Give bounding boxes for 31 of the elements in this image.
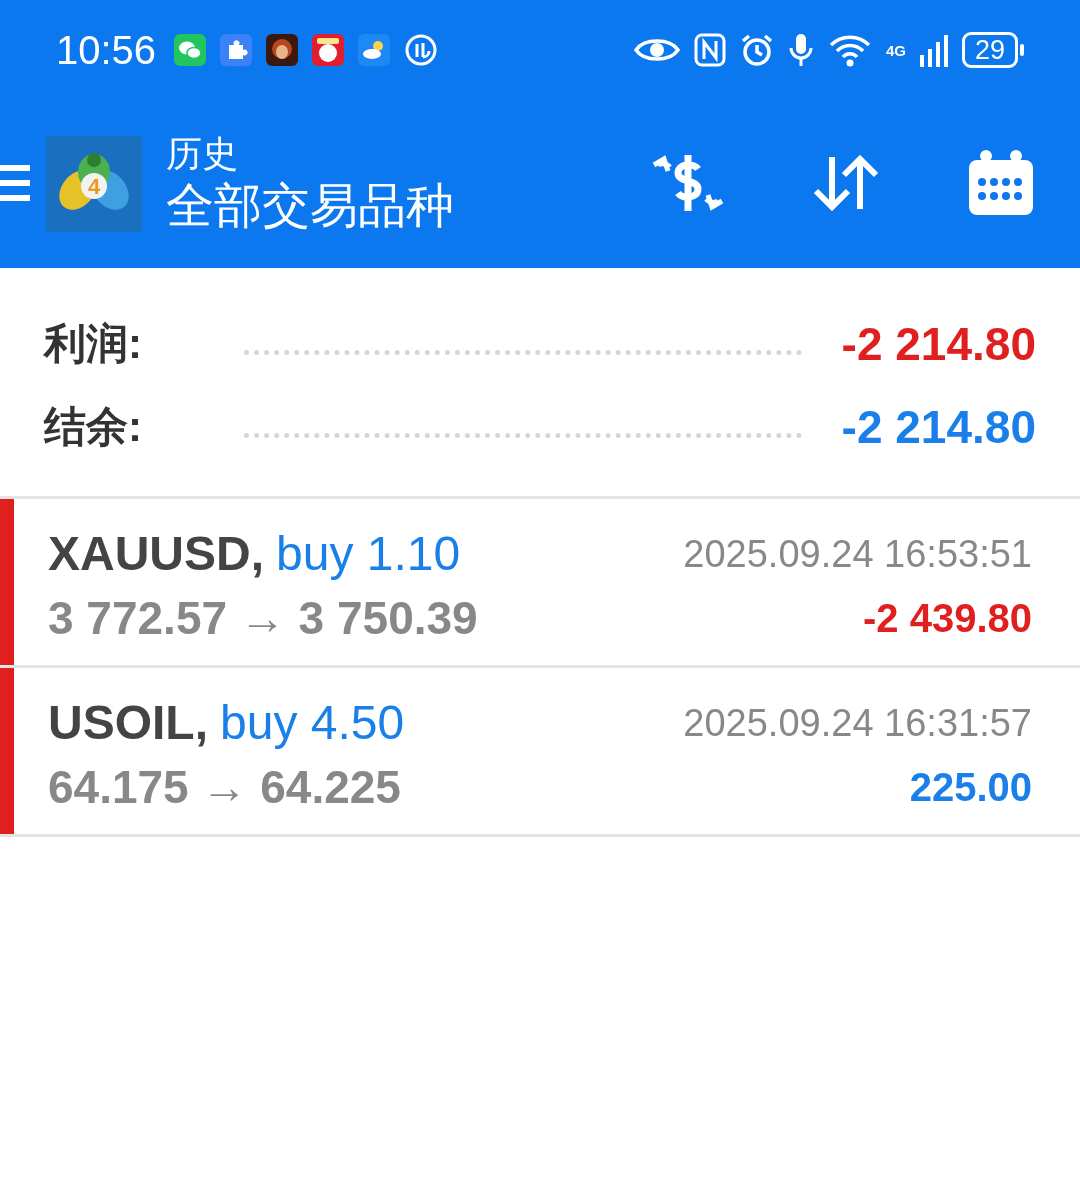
trade-symbol: XAUUSD, [48,526,265,582]
puzzle-icon[interactable] [220,34,253,66]
app-logo: 4 [46,136,142,232]
trade-time: 2025.09.24 16:31:57 [683,701,1032,746]
screen-title: 全部交易品种 [166,178,455,234]
chat-app-icon[interactable] [174,34,207,66]
summary-value: -2 214.80 [841,399,1036,454]
trade-symbol: USOIL, [48,695,208,751]
summary-label: 利润: [44,318,143,369]
screen-subtitle: 历史 [166,132,239,176]
trade-profit: -2 439.80 [862,595,1032,642]
trade-prices: 3 772.57 → 3 750.39 [48,591,478,646]
trade-side: buy 1.10 [276,526,461,582]
nfc-icon [693,33,726,67]
network-type: 4G [885,42,906,58]
summary-value: -2 214.80 [841,316,1036,371]
trade-prices: 64.175 → 64.225 [48,760,402,815]
weather-icon[interactable] [358,34,391,66]
alarm-icon [739,33,774,67]
battery-level: 29 [961,32,1024,68]
summary-label: 结余: [44,401,143,452]
trade-row[interactable]: XAUUSD, buy 1.10 3 772.57 → 3 750.39 2025.09.24 16:53:51 -2 439.80 [0,499,1080,668]
trade-side: buy 4.50 [220,695,405,751]
trade-time: 2025.09.24 16:53:51 [683,532,1032,577]
trade-row[interactable]: USOIL, buy 4.50 64.175 → 64.225 2025.09.24 16:31:57 225.00 [0,668,1080,837]
microphone-icon [787,32,814,68]
clock: 10:56 [56,27,157,73]
game-app-icon[interactable] [266,34,299,66]
signal-icon [919,33,948,67]
wifi-icon [827,33,872,67]
trade-profit: 225.00 [909,764,1032,811]
